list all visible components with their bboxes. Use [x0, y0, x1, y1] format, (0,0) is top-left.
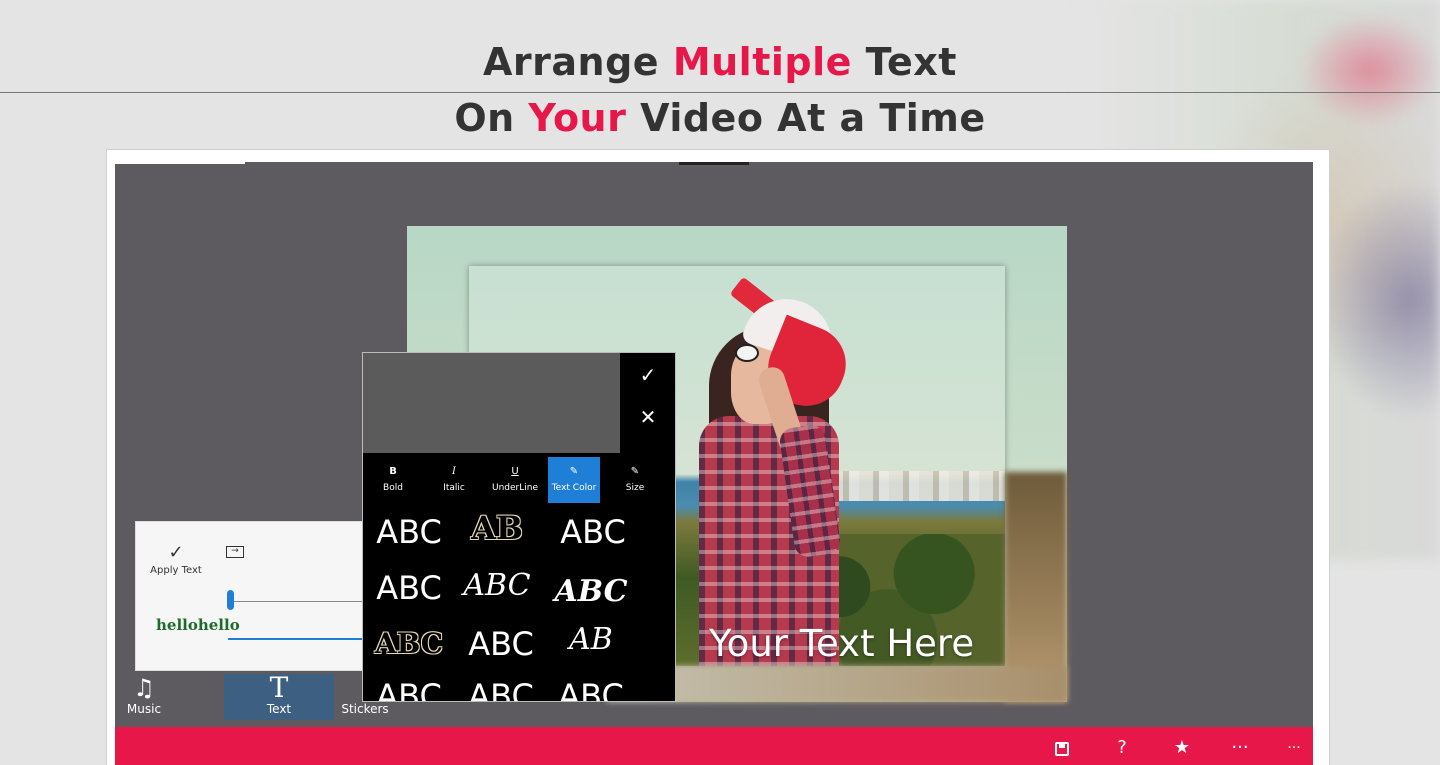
- tab-stickers-label: Stickers: [341, 702, 389, 716]
- font-sample[interactable]: AB: [451, 503, 543, 553]
- import-icon[interactable]: →: [226, 546, 244, 558]
- size-tab[interactable]: ✎ Size: [609, 457, 661, 503]
- sticker-icon: [337, 674, 393, 702]
- tab-text-label: Text: [266, 702, 292, 716]
- font-sample[interactable]: ABC: [363, 619, 455, 669]
- confirm-button[interactable]: ✓: [627, 355, 669, 395]
- text-slider-thumb[interactable]: [227, 590, 234, 610]
- tab-stickers[interactable]: Stickers: [337, 674, 393, 720]
- font-sample[interactable]: ABC: [545, 567, 637, 617]
- header-divider: [0, 92, 1440, 93]
- text-style-tabs: B Bold I Italic U UnderLine ✎ Text Color…: [363, 457, 675, 503]
- app-window: Your Text Here ✓ Apply Text → hellohello…: [115, 162, 1313, 765]
- text-input-preview[interactable]: [363, 353, 620, 453]
- text-color-tab[interactable]: ✎ Text Color: [548, 457, 600, 503]
- bold-label: Bold: [383, 483, 403, 493]
- font-sample[interactable]: ABC: [455, 671, 547, 701]
- top-edge-highlight: [115, 162, 245, 164]
- italic-label: Italic: [443, 483, 465, 493]
- font-sample[interactable]: ABC: [363, 563, 455, 613]
- font-sample[interactable]: ABC: [545, 671, 637, 701]
- video-text-overlay[interactable]: Your Text Here: [709, 622, 1005, 665]
- save-icon[interactable]: [1047, 735, 1077, 761]
- blurred-edge-bottom: [607, 666, 1067, 702]
- italic-tab[interactable]: I Italic: [428, 457, 480, 503]
- font-sample[interactable]: ABC: [451, 561, 543, 611]
- italic-icon: I: [452, 466, 456, 477]
- brush-icon: ✎: [569, 466, 579, 477]
- cancel-button[interactable]: ✕: [627, 397, 669, 437]
- headline-line-2: On Your Video At a Time: [454, 96, 986, 140]
- checkmark-icon: ✓: [168, 542, 184, 563]
- city-skyline: [829, 471, 1005, 501]
- font-preview-sample: hellohello: [156, 616, 240, 634]
- input-underline: [228, 638, 366, 640]
- bold-icon: B: [389, 466, 397, 477]
- close-icon: ✕: [639, 405, 657, 429]
- font-sample[interactable]: AB: [545, 615, 637, 665]
- checkmark-icon: ✓: [639, 363, 657, 387]
- more-icon[interactable]: ···: [1225, 735, 1255, 761]
- headline-line-1: Arrange Multiple Text: [483, 40, 957, 84]
- text-icon: T: [269, 671, 289, 704]
- star-icon[interactable]: ★: [1167, 735, 1197, 761]
- woman-sunglasses: [735, 344, 759, 362]
- top-notch: [679, 162, 749, 165]
- bottom-app-bar: ? ★ ··· ···: [115, 727, 1313, 765]
- apply-text-button[interactable]: ✓ Apply Text: [146, 542, 206, 576]
- more-icon[interactable]: ···: [1279, 735, 1309, 761]
- device-frame: Your Text Here ✓ Apply Text → hellohello…: [106, 149, 1330, 765]
- text-color-label: Text Color: [551, 483, 597, 493]
- underline-tab[interactable]: U UnderLine: [489, 457, 541, 503]
- text-editor-panel: ✓ ✕ B Bold I Italic U UnderLine ✎ Text C…: [362, 352, 676, 702]
- text-tool-card: ✓ Apply Text → hellohello: [135, 521, 366, 671]
- music-note-icon: ♫: [133, 674, 155, 702]
- font-sample[interactable]: ABC: [547, 507, 639, 557]
- size-label: Size: [625, 483, 645, 493]
- font-style-grid: ABC AB ABC ABC ABC ABC ABC ABC AB ABC AB…: [363, 503, 675, 701]
- font-sample[interactable]: ABC: [455, 619, 547, 669]
- apply-text-label: Apply Text: [150, 565, 202, 576]
- underline-icon: U: [511, 466, 519, 477]
- bold-tab[interactable]: B Bold: [367, 457, 419, 503]
- text-slider-track[interactable]: [230, 601, 366, 602]
- tab-music[interactable]: ♫ Music: [121, 674, 167, 720]
- brush-icon: ✎: [630, 466, 640, 477]
- font-sample[interactable]: ABC: [363, 507, 455, 557]
- underline-label: UnderLine: [492, 483, 538, 493]
- tab-music-label: Music: [126, 702, 162, 716]
- help-icon[interactable]: ?: [1107, 735, 1137, 761]
- tab-text[interactable]: T Text: [224, 674, 334, 720]
